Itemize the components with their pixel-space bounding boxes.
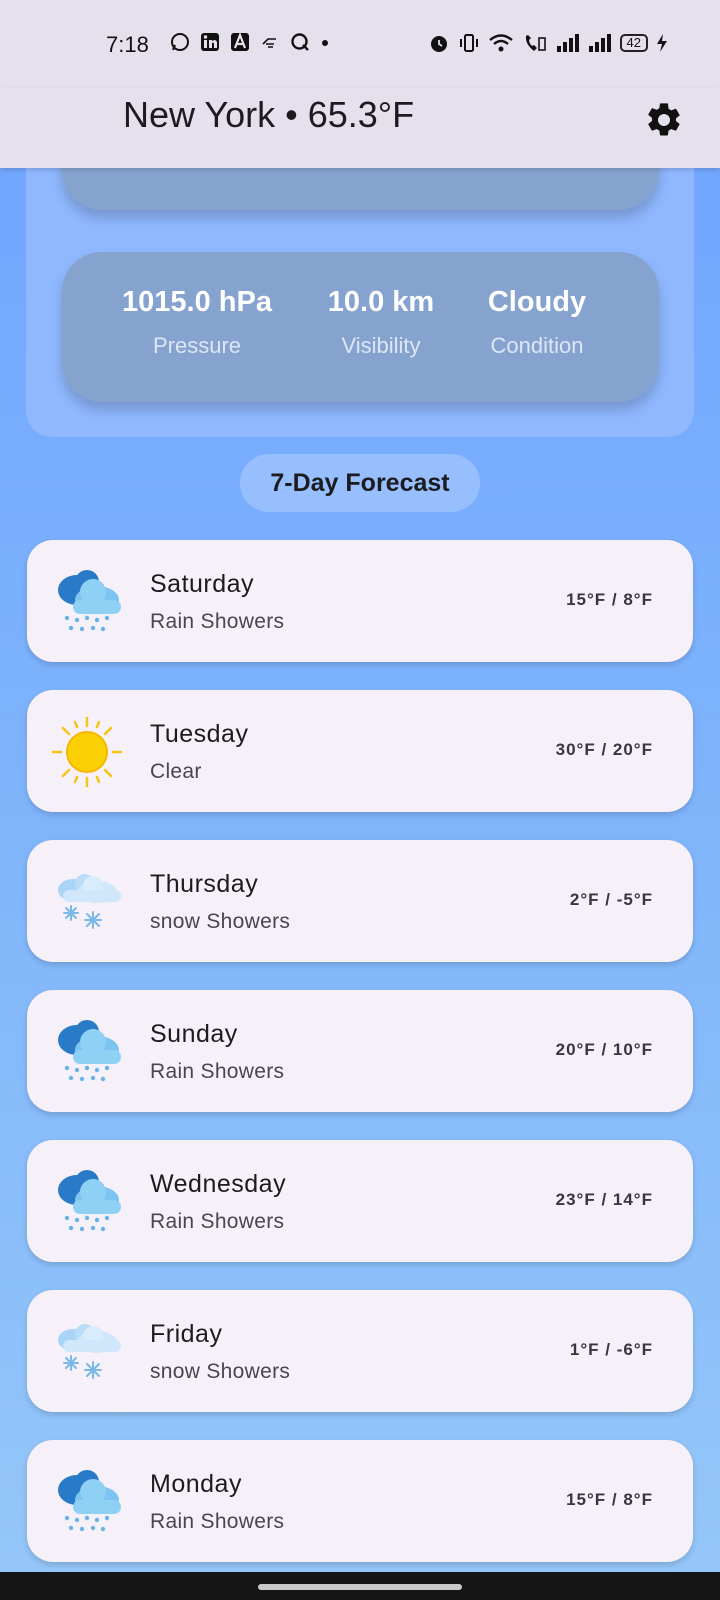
signal-icon bbox=[556, 34, 579, 52]
snow-icon bbox=[51, 866, 123, 938]
stat-pressure: 1015.0 hPa Pressure bbox=[107, 286, 287, 359]
page-title: New York • 65.3°F bbox=[123, 94, 415, 135]
sun-icon bbox=[51, 716, 123, 788]
day-condition: snow Showers bbox=[150, 1360, 291, 1383]
forecast-day-card[interactable]: Tuesday Clear 30°F / 20°F bbox=[27, 690, 693, 812]
day-name: Saturday bbox=[150, 570, 255, 598]
stat-label: Visibility bbox=[341, 333, 421, 358]
alarm-icon bbox=[430, 36, 447, 52]
rain-icon bbox=[51, 1016, 123, 1088]
day-temperature-range: 2°F / -5°F bbox=[569, 890, 653, 909]
stat-value: Cloudy bbox=[487, 286, 587, 318]
whatsapp-icon bbox=[171, 33, 189, 51]
forecast-day-card[interactable]: Sunday Rain Showers 20°F / 10°F bbox=[27, 990, 693, 1112]
day-condition: Rain Showers bbox=[150, 610, 285, 633]
day-name: Tuesday bbox=[150, 720, 249, 748]
notification-icons bbox=[170, 32, 330, 52]
q-app-icon bbox=[291, 33, 309, 51]
rain-icon bbox=[51, 1466, 123, 1538]
day-temperature-range: 23°F / 14°F bbox=[555, 1190, 653, 1209]
hand-icon bbox=[262, 38, 276, 48]
rain-icon bbox=[51, 566, 123, 638]
status-time: 7:18 bbox=[106, 32, 149, 57]
snow-icon bbox=[51, 1316, 123, 1388]
home-gesture-handle[interactable] bbox=[258, 1584, 462, 1590]
day-name: Wednesday bbox=[150, 1170, 287, 1198]
stat-condition: Cloudy Condition bbox=[447, 286, 627, 359]
day-name: Friday bbox=[150, 1320, 223, 1348]
dot-icon bbox=[322, 40, 328, 46]
status-bar: 7:18 42 bbox=[0, 0, 720, 88]
day-temperature-range: 1°F / -6°F bbox=[569, 1340, 653, 1359]
system-icons: 42 bbox=[428, 32, 668, 54]
day-name: Sunday bbox=[150, 1020, 238, 1048]
signal-icon bbox=[588, 34, 611, 52]
linkedin-icon bbox=[201, 33, 219, 51]
day-condition: snow Showers bbox=[150, 910, 291, 933]
day-temperature-range: 30°F / 20°F bbox=[555, 740, 653, 759]
day-name: Monday bbox=[150, 1470, 242, 1498]
stat-visibility: 10.0 km Visibility bbox=[291, 286, 471, 359]
day-temperature-range: 15°F / 8°F bbox=[566, 1490, 653, 1509]
day-name: Thursday bbox=[150, 870, 259, 898]
day-condition: Rain Showers bbox=[150, 1210, 285, 1233]
day-temperature-range: 20°F / 10°F bbox=[555, 1040, 653, 1059]
navigation-bar bbox=[0, 1572, 720, 1600]
forecast-day-card[interactable]: Wednesday Rain Showers 23°F / 14°F bbox=[27, 1140, 693, 1262]
gear-icon bbox=[648, 103, 680, 136]
vibrate-icon bbox=[459, 34, 478, 52]
settings-button[interactable] bbox=[644, 100, 684, 140]
forecast-day-card[interactable]: Saturday Rain Showers 15°F / 8°F bbox=[27, 540, 693, 662]
details-card-stats: 1015.0 hPa Pressure 10.0 km Visibility C… bbox=[62, 252, 659, 402]
day-temperature-range: 15°F / 8°F bbox=[566, 590, 653, 609]
app-bar: New York • 65.3°F bbox=[0, 88, 720, 168]
forecast-day-card[interactable]: Monday Rain Showers 15°F / 8°F bbox=[27, 1440, 693, 1562]
day-condition: Rain Showers bbox=[150, 1060, 285, 1083]
forecast-heading: 7-Day Forecast bbox=[240, 454, 480, 512]
stat-label: Condition bbox=[490, 333, 584, 358]
day-condition: Rain Showers bbox=[150, 1510, 285, 1533]
wifi-icon bbox=[488, 34, 513, 52]
stat-value: 10.0 km bbox=[327, 286, 435, 318]
stat-value: 1015.0 hPa bbox=[122, 286, 272, 318]
battery-indicator: 42 bbox=[619, 34, 648, 52]
stat-label: Pressure bbox=[152, 333, 242, 358]
rain-icon bbox=[51, 1166, 123, 1238]
charging-icon bbox=[657, 34, 667, 52]
a-app-icon bbox=[231, 32, 249, 51]
forecast-day-card[interactable]: Thursday snow Showers 2°F / -5°F bbox=[27, 840, 693, 962]
call-icon bbox=[525, 35, 546, 51]
forecast-day-card[interactable]: Friday snow Showers 1°F / -6°F bbox=[27, 1290, 693, 1412]
day-condition: Clear bbox=[150, 760, 202, 783]
